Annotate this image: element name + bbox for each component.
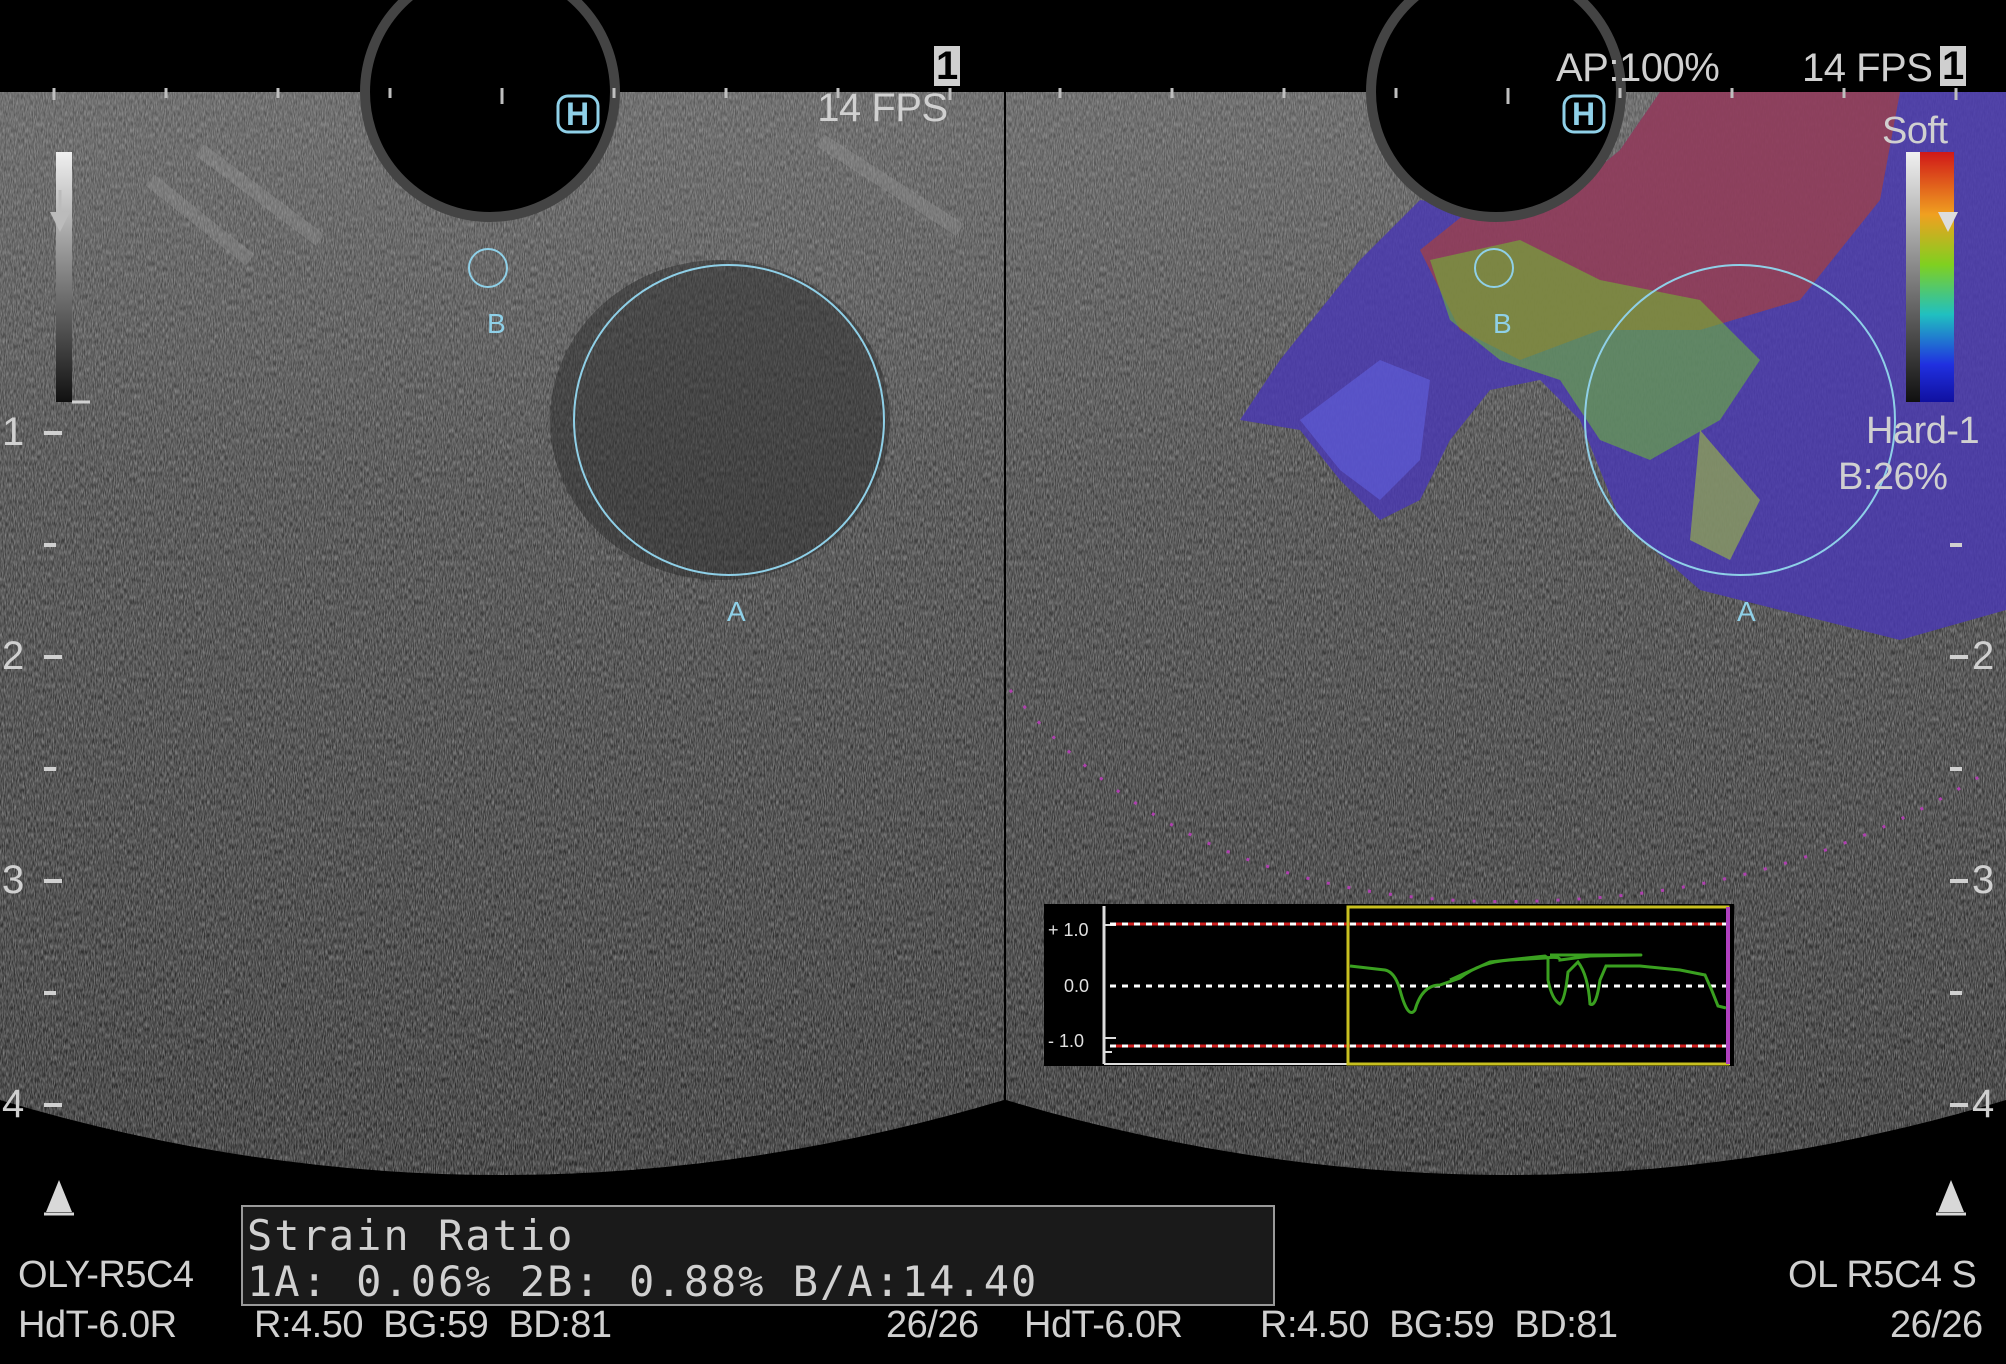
strain-graph [1044, 904, 1734, 1066]
focus-triangle-left-icon [46, 1180, 72, 1212]
right-freq-label: HdT-6.0R [1024, 1304, 1183, 1346]
depth-label-3: 3 [2, 858, 24, 902]
left-fps-readout: 14 FPS [796, 48, 948, 128]
right-frames: 26/26 [1890, 1304, 1983, 1346]
grayscale-bar [56, 152, 72, 402]
focus-triangle-right-icon [1938, 1180, 1964, 1212]
roi-b-label-right: B [1493, 308, 1512, 339]
ultrasound-display [0, 0, 2006, 1240]
strain-ratio-title: Strain Ratio [247, 1211, 575, 1260]
right-params: R:4.50 BG:59 BD:81 [1260, 1304, 1618, 1346]
roi-a-label-right: A [1737, 596, 1756, 627]
depth-label-1: 1 [2, 410, 24, 454]
depth-label-4: 4 [2, 1082, 24, 1126]
elasto-soft-label: Soft [1882, 110, 1948, 152]
right-depth-label-3: 3 [1972, 858, 1994, 902]
h-marker-right-label: H [1572, 96, 1596, 132]
strain-ratio-panel: Strain Ratio 1A: 0.06% 2B: 0.88% B/A:14.… [241, 1205, 1275, 1306]
right-fps-index: 1 [1940, 44, 1966, 88]
left-probe-label: OLY-R5C4 [18, 1254, 194, 1296]
depth-label-2: 2 [2, 634, 24, 678]
right-probe-label: OL R5C4 S [1788, 1254, 1977, 1296]
elasto-b-percent: B:26% [1838, 456, 1948, 498]
left-fps-text: 14 FPS [817, 86, 948, 130]
left-params: R:4.50 BG:59 BD:81 [254, 1304, 612, 1346]
strain-ratio-values: 1A: 0.06% 2B: 0.88% B/A:14.40 [247, 1257, 1039, 1306]
left-frames: 26/26 [886, 1304, 979, 1346]
ap-readout: AP:100% [1556, 46, 1720, 90]
h-marker-left-label: H [566, 96, 590, 132]
left-bmode-image [0, 92, 1004, 1175]
graph-label-mid: 0.0 [1064, 976, 1090, 996]
roi-a-label-left: A [727, 596, 746, 627]
left-freq-label: HdT-6.0R [18, 1304, 177, 1346]
graph-label-bottom: - 1.0 [1048, 1031, 1085, 1051]
right-fps-readout: 14 FPS [1802, 46, 1933, 90]
graph-label-top: + 1.0 [1048, 920, 1089, 940]
left-fps-index: 1 [934, 44, 960, 88]
right-elastography-image [1006, 92, 2006, 1175]
right-depth-label-2: 2 [1972, 634, 1994, 678]
elasto-hard-label: Hard-1 [1866, 410, 1980, 452]
roi-b-label-left: B [487, 308, 506, 339]
elasticity-color-bar [1920, 152, 1954, 402]
right-depth-label-4: 4 [1972, 1082, 1994, 1126]
